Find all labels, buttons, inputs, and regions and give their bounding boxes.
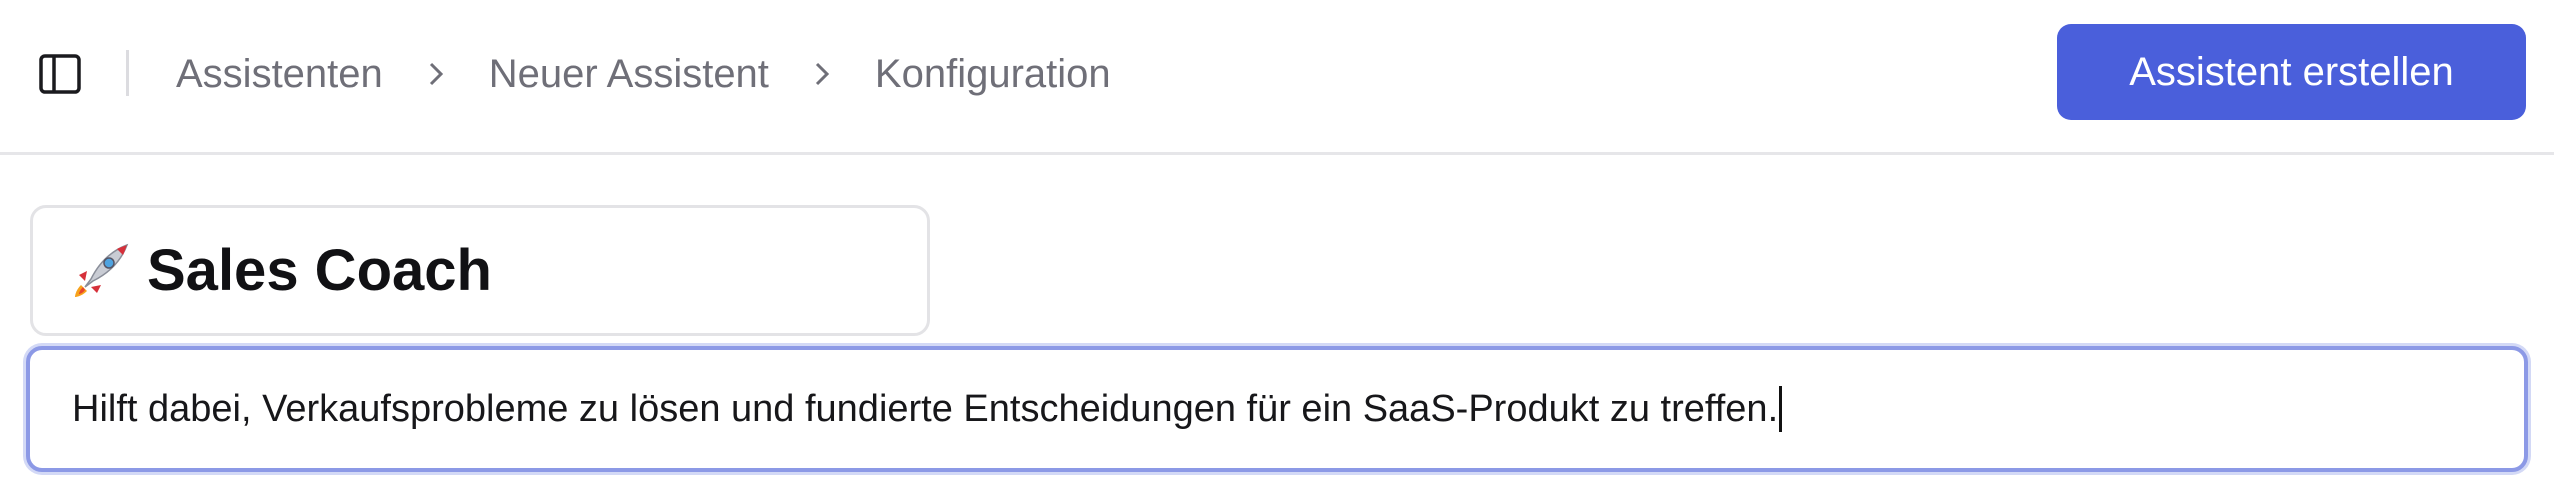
chevron-right-icon bbox=[769, 61, 875, 87]
sidebar-toggle-icon bbox=[39, 54, 81, 94]
chevron-right-icon bbox=[383, 61, 489, 87]
rocket-icon[interactable] bbox=[69, 239, 133, 303]
assistant-name: Sales Coach bbox=[147, 238, 492, 303]
assistant-description: Hilft dabei, Verkaufsprobleme zu lösen u… bbox=[72, 387, 1779, 430]
header-divider bbox=[126, 50, 129, 96]
sidebar-toggle-button[interactable] bbox=[38, 52, 82, 96]
assistant-name-field[interactable]: Sales Coach bbox=[30, 205, 930, 336]
create-assistant-button[interactable]: Assistent erstellen bbox=[2057, 24, 2526, 120]
assistant-description-field[interactable]: Hilft dabei, Verkaufsprobleme zu lösen u… bbox=[26, 346, 2528, 472]
breadcrumb-item-assistenten[interactable]: Assistenten bbox=[176, 52, 383, 97]
breadcrumb: Assistenten Neuer Assistent Konfiguratio… bbox=[176, 44, 1111, 104]
text-caret bbox=[1779, 386, 1783, 432]
breadcrumb-item-konfiguration: Konfiguration bbox=[874, 51, 1111, 96]
breadcrumb-item-neuer-assistent[interactable]: Neuer Assistent bbox=[489, 52, 769, 97]
top-bar: Assistenten Neuer Assistent Konfiguratio… bbox=[0, 0, 2554, 155]
